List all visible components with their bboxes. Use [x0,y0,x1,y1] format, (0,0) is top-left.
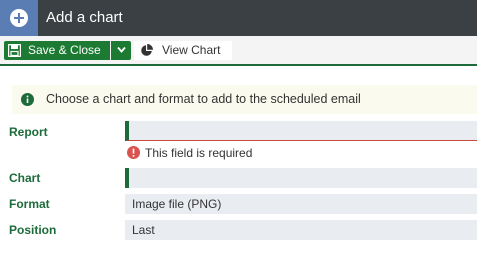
format-label: Format [9,197,50,211]
report-error-text: This field is required [145,146,253,160]
report-select[interactable] [125,121,477,141]
floppy-disk-icon [8,44,21,57]
position-label: Position [9,223,57,237]
view-chart-button[interactable]: View Chart [134,41,232,60]
pie-chart-icon [141,44,153,56]
title-bar: Add a chart [0,0,477,36]
position-select[interactable]: Last [125,220,477,240]
add-chart-icon-box [0,0,38,36]
chart-label: Chart [9,171,41,185]
info-message: Choose a chart and format to add to the … [46,92,361,106]
report-label: Report [9,125,48,139]
info-icon [21,93,34,106]
window-title: Add a chart [46,9,123,26]
error-icon [127,146,140,159]
view-chart-label: View Chart [162,43,221,57]
plus-circle-icon [10,9,28,27]
chart-select[interactable] [125,168,477,188]
toolbar: Save & Close View Chart [0,36,477,66]
format-select[interactable]: Image file (PNG) [125,194,477,214]
save-close-button[interactable]: Save & Close [4,41,110,60]
chevron-down-icon [117,46,126,53]
position-value: Last [132,223,155,237]
save-close-label: Save & Close [28,43,101,57]
info-banner: Choose a chart and format to add to the … [12,85,477,114]
save-options-dropdown-button[interactable] [111,41,131,60]
format-value: Image file (PNG) [132,197,222,211]
